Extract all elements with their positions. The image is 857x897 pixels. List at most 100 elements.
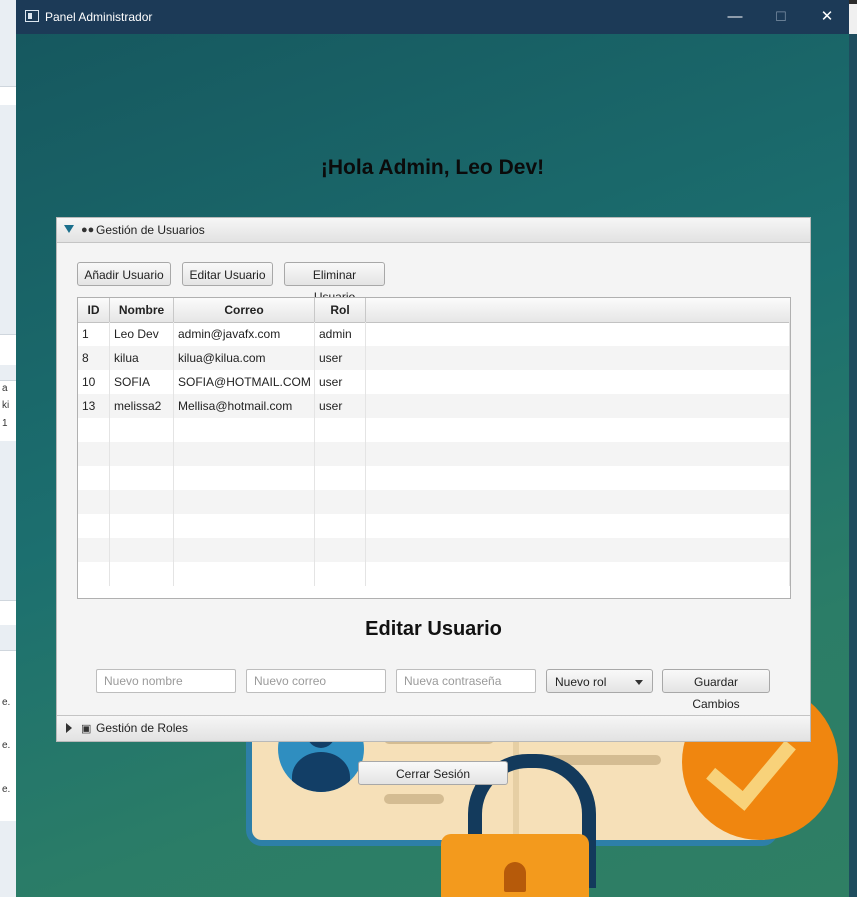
add-user-button[interactable]: Añadir Usuario <box>77 262 171 286</box>
table-cell <box>366 490 790 514</box>
briefcase-icon: ▣ <box>81 723 92 735</box>
table-cell <box>366 442 790 466</box>
empty-table-row[interactable] <box>78 538 790 562</box>
ide-glyph: e. <box>2 784 11 795</box>
table-cell <box>174 514 315 538</box>
table-cell <box>315 538 366 562</box>
table-cell: SOFIA <box>110 370 174 394</box>
column-header-nombre[interactable]: Nombre <box>110 298 174 322</box>
table-row[interactable]: 1 Leo Dev admin@javafx.com admin <box>78 322 790 346</box>
new-name-input[interactable] <box>96 669 236 693</box>
ide-strip <box>0 334 16 365</box>
empty-table-row[interactable] <box>78 466 790 490</box>
column-header-rol[interactable]: Rol <box>315 298 366 322</box>
table-cell <box>110 466 174 490</box>
table-row[interactable]: 8 kilua kilua@kilua.com user <box>78 346 790 370</box>
table-cell: 8 <box>78 346 110 370</box>
table-cell <box>174 466 315 490</box>
new-password-input[interactable] <box>396 669 536 693</box>
users-table[interactable]: ID Nombre Correo Rol 1 Leo Dev admin@javaf… <box>77 297 791 599</box>
table-cell <box>366 322 790 346</box>
table-cell <box>366 346 790 370</box>
table-cell: melissa2 <box>110 394 174 418</box>
users-icon: ●● <box>81 224 95 236</box>
table-cell <box>366 562 790 586</box>
new-email-input[interactable] <box>246 669 386 693</box>
roles-section-title: Gestión de Roles <box>96 721 189 735</box>
table-cell <box>366 418 790 442</box>
table-cell <box>110 562 174 586</box>
table-cell: admin <box>315 322 366 346</box>
table-row[interactable]: 10 SOFIA SOFIA@HOTMAIL.COM user <box>78 370 790 394</box>
delete-user-button[interactable]: Eliminar Usuario <box>284 262 385 304</box>
lock-keyhole-illustration <box>504 862 526 892</box>
table-header: ID Nombre Correo Rol <box>78 298 790 323</box>
edit-user-button[interactable]: Editar Usuario <box>182 262 273 286</box>
empty-table-row[interactable] <box>78 514 790 538</box>
table-cell <box>315 418 366 442</box>
table-cell: 13 <box>78 394 110 418</box>
ide-strip <box>0 86 16 105</box>
window-title: Panel Administrador <box>45 10 153 24</box>
table-cell <box>110 538 174 562</box>
table-cell <box>78 562 110 586</box>
save-changes-button[interactable]: Guardar Cambios <box>662 669 770 711</box>
table-cell <box>366 370 790 394</box>
column-header-correo[interactable]: Correo <box>174 298 315 322</box>
illustration-bar <box>384 794 444 804</box>
ide-background-left: a ki 1 e. e. e. <box>0 0 16 897</box>
ide-glyph: ki <box>2 400 10 411</box>
ide-background-right <box>849 34 857 897</box>
table-cell <box>174 538 315 562</box>
empty-table-row[interactable] <box>78 442 790 466</box>
table-cell <box>78 418 110 442</box>
table-cell: 10 <box>78 370 110 394</box>
close-button[interactable]: ✕ <box>805 4 849 30</box>
table-cell: user <box>315 394 366 418</box>
table-cell: kilua <box>110 346 174 370</box>
table-cell <box>315 490 366 514</box>
table-cell: SOFIA@HOTMAIL.COM <box>174 370 315 394</box>
table-cell <box>315 562 366 586</box>
ide-glyph: e. <box>2 697 11 708</box>
empty-table-row[interactable] <box>78 490 790 514</box>
role-select-value: Nuevo rol <box>555 675 607 689</box>
ide-glyph: a <box>2 383 8 394</box>
table-row[interactable]: 13 melissa2 Mellisa@hotmail.com user <box>78 394 790 418</box>
users-section-header[interactable]: ●● Gestión de Usuarios <box>57 218 810 243</box>
table-cell <box>174 442 315 466</box>
table-cell <box>78 538 110 562</box>
admin-window: Panel Administrador — ☐ ✕ ¡Hola Admin, L… <box>16 0 849 897</box>
table-cell <box>315 514 366 538</box>
logout-button[interactable]: Cerrar Sesión <box>358 761 508 785</box>
column-header-id[interactable]: ID <box>78 298 110 322</box>
role-select[interactable]: Nuevo rol <box>546 669 653 693</box>
maximize-button[interactable]: ☐ <box>759 4 803 30</box>
title-bar[interactable]: Panel Administrador — ☐ ✕ <box>16 0 849 34</box>
table-cell <box>78 442 110 466</box>
edit-user-title: Editar Usuario <box>365 618 502 640</box>
table-cell <box>110 418 174 442</box>
table-cell <box>78 490 110 514</box>
table-cell <box>315 466 366 490</box>
empty-table-row[interactable] <box>78 562 790 586</box>
table-cell <box>78 466 110 490</box>
table-cell <box>110 514 174 538</box>
empty-table-row[interactable] <box>78 418 790 442</box>
roles-section-header[interactable]: ▣ Gestión de Roles <box>57 715 810 741</box>
table-cell: Leo Dev <box>110 322 174 346</box>
collapsed-arrow-icon <box>66 723 72 733</box>
table-cell: kilua@kilua.com <box>174 346 315 370</box>
window-app-icon <box>25 10 39 22</box>
minimize-button[interactable]: — <box>713 4 757 30</box>
table-cell: 1 <box>78 322 110 346</box>
table-cell <box>110 490 174 514</box>
table-cell <box>110 442 174 466</box>
ide-strip <box>0 600 16 625</box>
window-content: ¡Hola Admin, Leo Dev! ●● Gestión de Usua… <box>16 34 849 897</box>
expanded-arrow-icon <box>64 225 74 233</box>
table-cell: Mellisa@hotmail.com <box>174 394 315 418</box>
table-cell <box>174 490 315 514</box>
table-cell <box>366 538 790 562</box>
table-cell <box>315 442 366 466</box>
